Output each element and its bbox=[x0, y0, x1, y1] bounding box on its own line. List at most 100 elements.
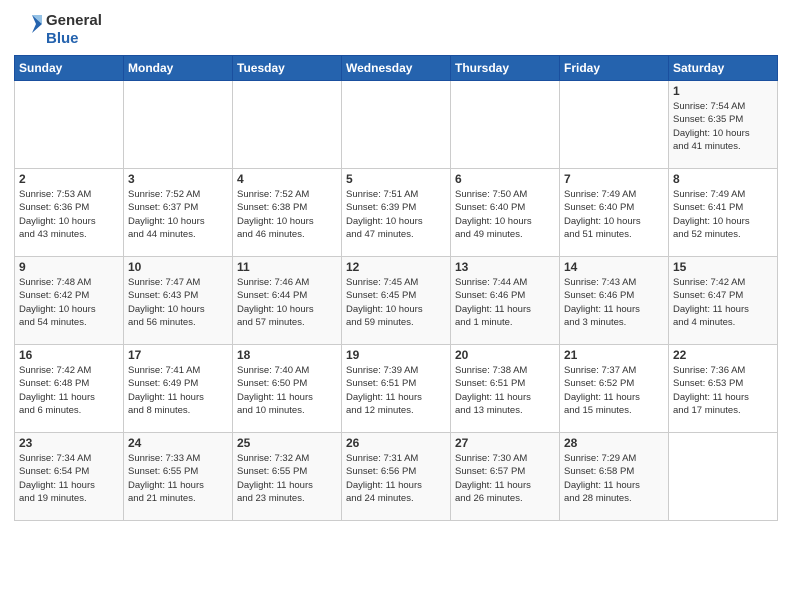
col-thursday: Thursday bbox=[451, 56, 560, 81]
day-number: 27 bbox=[455, 436, 555, 450]
logo: General Blue bbox=[14, 12, 102, 47]
table-row bbox=[233, 81, 342, 169]
col-friday: Friday bbox=[560, 56, 669, 81]
table-row: 9 Sunrise: 7:48 AM Sunset: 6:42 PM Daylig… bbox=[15, 257, 124, 345]
day-info: Sunrise: 7:45 AM Sunset: 6:45 PM Dayligh… bbox=[346, 276, 446, 329]
table-row: 13 Sunrise: 7:44 AM Sunset: 6:46 PM Dayli… bbox=[451, 257, 560, 345]
day-number: 25 bbox=[237, 436, 337, 450]
col-wednesday: Wednesday bbox=[342, 56, 451, 81]
table-row bbox=[342, 81, 451, 169]
day-number: 18 bbox=[237, 348, 337, 362]
table-row bbox=[451, 81, 560, 169]
day-info: Sunrise: 7:51 AM Sunset: 6:39 PM Dayligh… bbox=[346, 188, 446, 241]
table-row bbox=[15, 81, 124, 169]
day-info: Sunrise: 7:32 AM Sunset: 6:55 PM Dayligh… bbox=[237, 452, 337, 505]
day-info: Sunrise: 7:46 AM Sunset: 6:44 PM Dayligh… bbox=[237, 276, 337, 329]
calendar: Sunday Monday Tuesday Wednesday Thursday… bbox=[14, 55, 778, 521]
col-saturday: Saturday bbox=[669, 56, 778, 81]
day-number: 6 bbox=[455, 172, 555, 186]
table-row: 26 Sunrise: 7:31 AM Sunset: 6:56 PM Dayli… bbox=[342, 433, 451, 521]
table-row: 15 Sunrise: 7:42 AM Sunset: 6:47 PM Dayli… bbox=[669, 257, 778, 345]
table-row: 10 Sunrise: 7:47 AM Sunset: 6:43 PM Dayli… bbox=[124, 257, 233, 345]
day-number: 20 bbox=[455, 348, 555, 362]
table-row: 23Sunrise: 7:34 AM Sunset: 6:54 PM Dayli… bbox=[15, 433, 124, 521]
table-row: 28Sunrise: 7:29 AM Sunset: 6:58 PM Dayli… bbox=[560, 433, 669, 521]
day-info: Sunrise: 7:43 AM Sunset: 6:46 PM Dayligh… bbox=[564, 276, 664, 329]
table-row: 21 Sunrise: 7:37 AM Sunset: 6:52 PM Dayli… bbox=[560, 345, 669, 433]
day-number: 10 bbox=[128, 260, 228, 274]
day-info: Sunrise: 7:36 AM Sunset: 6:53 PM Dayligh… bbox=[673, 364, 773, 417]
day-info: Sunrise: 7:48 AM Sunset: 6:42 PM Dayligh… bbox=[19, 276, 119, 329]
table-row: 5 Sunrise: 7:51 AM Sunset: 6:39 PM Daylig… bbox=[342, 169, 451, 257]
day-info: Sunrise: 7:54 AM Sunset: 6:35 PM Dayligh… bbox=[673, 100, 773, 153]
table-row: 11 Sunrise: 7:46 AM Sunset: 6:44 PM Dayli… bbox=[233, 257, 342, 345]
table-row bbox=[560, 81, 669, 169]
day-info: Sunrise: 7:29 AM Sunset: 6:58 PM Dayligh… bbox=[564, 452, 664, 505]
day-number: 22 bbox=[673, 348, 773, 362]
col-monday: Monday bbox=[124, 56, 233, 81]
col-sunday: Sunday bbox=[15, 56, 124, 81]
table-row bbox=[124, 81, 233, 169]
table-row: 27 Sunrise: 7:30 AM Sunset: 6:57 PM Dayli… bbox=[451, 433, 560, 521]
table-row: 7 Sunrise: 7:49 AM Sunset: 6:40 PM Daylig… bbox=[560, 169, 669, 257]
calendar-week-row: 16 Sunrise: 7:42 AM Sunset: 6:48 PM Dayli… bbox=[15, 345, 778, 433]
table-row: 2 Sunrise: 7:53 AM Sunset: 6:36 PM Daylig… bbox=[15, 169, 124, 257]
table-row: 22 Sunrise: 7:36 AM Sunset: 6:53 PM Dayli… bbox=[669, 345, 778, 433]
day-info: Sunrise: 7:50 AM Sunset: 6:40 PM Dayligh… bbox=[455, 188, 555, 241]
day-info: Sunrise: 7:38 AM Sunset: 6:51 PM Dayligh… bbox=[455, 364, 555, 417]
calendar-week-row: 23Sunrise: 7:34 AM Sunset: 6:54 PM Dayli… bbox=[15, 433, 778, 521]
day-info: Sunrise: 7:49 AM Sunset: 6:40 PM Dayligh… bbox=[564, 188, 664, 241]
table-row: 17 Sunrise: 7:41 AM Sunset: 6:49 PM Dayli… bbox=[124, 345, 233, 433]
table-row: 14 Sunrise: 7:43 AM Sunset: 6:46 PM Dayli… bbox=[560, 257, 669, 345]
table-row: 24 Sunrise: 7:33 AM Sunset: 6:55 PM Dayli… bbox=[124, 433, 233, 521]
day-info: Sunrise: 7:41 AM Sunset: 6:49 PM Dayligh… bbox=[128, 364, 228, 417]
table-row: 8 Sunrise: 7:49 AM Sunset: 6:41 PM Daylig… bbox=[669, 169, 778, 257]
day-number: 19 bbox=[346, 348, 446, 362]
table-row bbox=[669, 433, 778, 521]
day-info: Sunrise: 7:42 AM Sunset: 6:48 PM Dayligh… bbox=[19, 364, 119, 417]
day-number: 8 bbox=[673, 172, 773, 186]
day-number: 21 bbox=[564, 348, 664, 362]
page: General Blue Sunday Monday Tuesday Wedne… bbox=[0, 0, 792, 612]
day-number: 23 bbox=[19, 436, 119, 450]
day-number: 24 bbox=[128, 436, 228, 450]
day-number: 14 bbox=[564, 260, 664, 274]
day-info: Sunrise: 7:52 AM Sunset: 6:37 PM Dayligh… bbox=[128, 188, 228, 241]
day-number: 5 bbox=[346, 172, 446, 186]
day-info: Sunrise: 7:39 AM Sunset: 6:51 PM Dayligh… bbox=[346, 364, 446, 417]
day-info: Sunrise: 7:37 AM Sunset: 6:52 PM Dayligh… bbox=[564, 364, 664, 417]
day-info: Sunrise: 7:53 AM Sunset: 6:36 PM Dayligh… bbox=[19, 188, 119, 241]
table-row: 6 Sunrise: 7:50 AM Sunset: 6:40 PM Daylig… bbox=[451, 169, 560, 257]
day-info: Sunrise: 7:31 AM Sunset: 6:56 PM Dayligh… bbox=[346, 452, 446, 505]
day-number: 13 bbox=[455, 260, 555, 274]
calendar-week-row: 9 Sunrise: 7:48 AM Sunset: 6:42 PM Daylig… bbox=[15, 257, 778, 345]
day-number: 9 bbox=[19, 260, 119, 274]
day-info: Sunrise: 7:30 AM Sunset: 6:57 PM Dayligh… bbox=[455, 452, 555, 505]
calendar-week-row: 1Sunrise: 7:54 AM Sunset: 6:35 PM Daylig… bbox=[15, 81, 778, 169]
col-tuesday: Tuesday bbox=[233, 56, 342, 81]
day-number: 16 bbox=[19, 348, 119, 362]
table-row: 19 Sunrise: 7:39 AM Sunset: 6:51 PM Dayli… bbox=[342, 345, 451, 433]
day-number: 26 bbox=[346, 436, 446, 450]
table-row: 1Sunrise: 7:54 AM Sunset: 6:35 PM Daylig… bbox=[669, 81, 778, 169]
table-row: 16 Sunrise: 7:42 AM Sunset: 6:48 PM Dayli… bbox=[15, 345, 124, 433]
table-row: 20 Sunrise: 7:38 AM Sunset: 6:51 PM Dayli… bbox=[451, 345, 560, 433]
day-number: 15 bbox=[673, 260, 773, 274]
day-info: Sunrise: 7:33 AM Sunset: 6:55 PM Dayligh… bbox=[128, 452, 228, 505]
day-info: Sunrise: 7:44 AM Sunset: 6:46 PM Dayligh… bbox=[455, 276, 555, 329]
day-number: 11 bbox=[237, 260, 337, 274]
day-number: 17 bbox=[128, 348, 228, 362]
day-info: Sunrise: 7:42 AM Sunset: 6:47 PM Dayligh… bbox=[673, 276, 773, 329]
table-row: 3Sunrise: 7:52 AM Sunset: 6:37 PM Daylig… bbox=[124, 169, 233, 257]
table-row: 18Sunrise: 7:40 AM Sunset: 6:50 PM Dayli… bbox=[233, 345, 342, 433]
table-row: 4Sunrise: 7:52 AM Sunset: 6:38 PM Daylig… bbox=[233, 169, 342, 257]
day-number: 7 bbox=[564, 172, 664, 186]
day-number: 2 bbox=[19, 172, 119, 186]
table-row: 25 Sunrise: 7:32 AM Sunset: 6:55 PM Dayli… bbox=[233, 433, 342, 521]
calendar-week-row: 2 Sunrise: 7:53 AM Sunset: 6:36 PM Daylig… bbox=[15, 169, 778, 257]
day-number: 4 bbox=[237, 172, 337, 186]
day-info: Sunrise: 7:47 AM Sunset: 6:43 PM Dayligh… bbox=[128, 276, 228, 329]
header: General Blue bbox=[14, 12, 778, 47]
calendar-header-row: Sunday Monday Tuesday Wednesday Thursday… bbox=[15, 56, 778, 81]
day-info: Sunrise: 7:49 AM Sunset: 6:41 PM Dayligh… bbox=[673, 188, 773, 241]
